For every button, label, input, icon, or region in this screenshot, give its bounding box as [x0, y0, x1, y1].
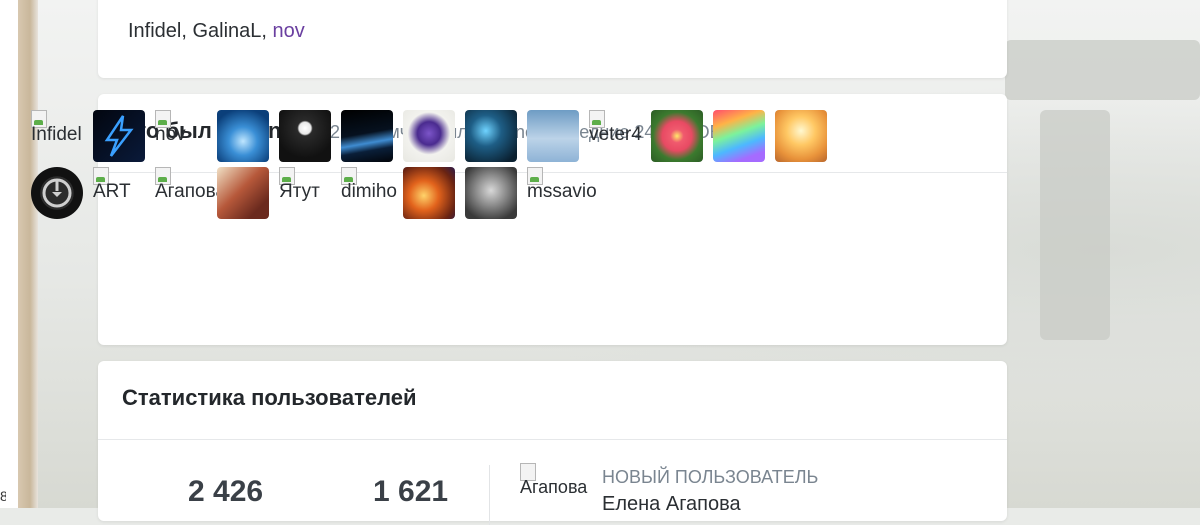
user-stats-card: Статистика пользователей 2 426 1 621 Ага… [98, 361, 1007, 525]
stat-total-users: 2 426 [188, 475, 264, 508]
avatar-alt-text: Infidel [31, 124, 82, 145]
online-row1-avatar[interactable]: Infidel [31, 110, 83, 162]
left-sidebar-edge [0, 0, 38, 508]
new-user-name[interactable]: Елена Агапова [602, 493, 741, 516]
user-link-infidel[interactable]: Infidel, [128, 20, 192, 42]
stats-card-title: Статистика пользователей [122, 385, 417, 410]
avatar-alt-text: nov [155, 124, 186, 145]
recent-users-card: Infidel, GalinaL, nov [98, 0, 1007, 78]
online-row2-avatar[interactable] [31, 167, 83, 219]
online-row1-avatar[interactable]: veter4 [589, 110, 642, 162]
online-row2-avatar[interactable]: Ятут [279, 167, 331, 219]
avatar-alt-text: Ятут [279, 181, 320, 202]
sidebar-edge-text: 8 [0, 488, 6, 504]
online-row1-avatar[interactable] [651, 110, 703, 162]
online-row2-avatar[interactable]: Агапова [155, 167, 226, 219]
stats-divider [489, 465, 490, 525]
online-row2-avatar[interactable]: dimiho [341, 167, 397, 219]
user-link-galinal[interactable]: GalinaL, [192, 20, 272, 42]
online-row1-avatar[interactable] [217, 110, 269, 162]
online-row1-avatar[interactable] [465, 110, 517, 162]
online-row1-avatar[interactable] [403, 110, 455, 162]
online-row1-avatar[interactable] [713, 110, 765, 162]
lightning-icon [104, 115, 134, 157]
avatar-alt-text: dimiho [341, 181, 397, 202]
online-row1-avatar[interactable] [527, 110, 579, 162]
recent-users-list: Infidel, GalinaL, nov [128, 20, 305, 43]
power-icon [42, 178, 72, 208]
avatar-alt-text: veter4 [589, 124, 642, 145]
online-row2-avatar[interactable]: ART [93, 167, 145, 219]
user-link-nov[interactable]: nov [273, 20, 305, 42]
online-row1-avatar[interactable] [775, 110, 827, 162]
avatar-alt-text: mssavio [527, 181, 597, 202]
online-row2-avatar[interactable] [465, 167, 517, 219]
online-row1-avatar[interactable]: nov [155, 110, 207, 162]
online-row2-avatar[interactable]: mssavio [527, 167, 597, 219]
online-row2-avatar[interactable] [217, 167, 269, 219]
new-user-avatar-alt: Агапова [520, 477, 588, 497]
background-stone [1040, 110, 1110, 340]
avatar-alt-text: ART [93, 181, 131, 202]
background-stone [1005, 40, 1200, 100]
stat-second-value: 1 621 [373, 475, 449, 508]
new-user-avatar[interactable]: Агапова [520, 463, 587, 515]
online-row2-avatar[interactable] [403, 167, 455, 219]
new-user-label: НОВЫЙ ПОЛЬЗОВАТЕЛЬ [602, 467, 819, 487]
online-row1-avatar[interactable] [93, 110, 145, 162]
stats-card-header: Статистика пользователей [98, 361, 1007, 440]
avatar-alt-text: Агапова [155, 181, 227, 202]
online-row1-avatar[interactable] [279, 110, 331, 162]
online-row1-avatar[interactable] [341, 110, 393, 162]
